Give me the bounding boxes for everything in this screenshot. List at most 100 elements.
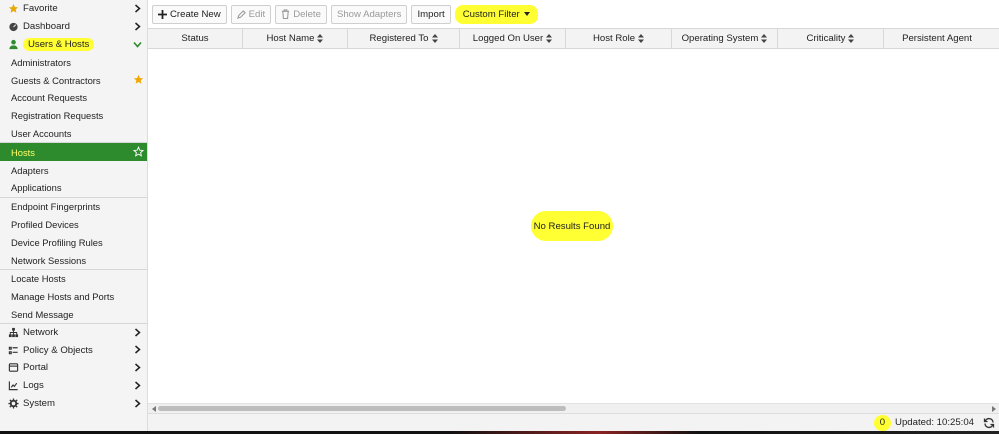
sidebar-item-label: Locate Hosts (11, 273, 66, 285)
sort-icon (848, 34, 855, 43)
edit-label: Edit (248, 8, 266, 20)
sort-icon (761, 34, 768, 43)
refresh-icon[interactable] (982, 416, 995, 429)
chevron-right-icon (132, 380, 142, 391)
column-label: Criticality (806, 33, 846, 44)
sidebar-item-administrators[interactable]: Administrators (0, 53, 147, 71)
sidebar-item-endpoint-fingerprints[interactable]: Endpoint Fingerprints (0, 198, 147, 216)
sidebar-item-label: Account Requests (11, 92, 88, 104)
sidebar-item-favorite[interactable]: Favorite (0, 0, 147, 18)
create-new-button[interactable]: Create New (152, 4, 227, 24)
column-header-host-name[interactable]: Host Name (243, 29, 348, 48)
column-header-operating-system[interactable]: Operating System (672, 29, 778, 48)
pencil-icon (236, 9, 246, 19)
sidebar-item-label: Manage Hosts and Ports (11, 291, 115, 303)
gear-icon (8, 398, 19, 409)
sidebar-item-network[interactable]: Network (0, 323, 147, 341)
sidebar-item-label: Registration Requests (11, 110, 104, 122)
delete-label: Delete (293, 8, 321, 20)
sidebar-item-label: Favorite (23, 3, 58, 15)
custom-filter-label: Custom Filter (462, 8, 520, 20)
column-header-logged-on-user[interactable]: Logged On User (460, 29, 566, 48)
scroll-left-icon[interactable] (150, 405, 158, 413)
sidebar-item-registration-requests[interactable]: Registration Requests (0, 107, 147, 125)
sidebar-item-label: Users & Hosts (23, 37, 95, 51)
sidebar-item-logs[interactable]: Logs (0, 377, 147, 395)
sidebar-item-label: Policy & Objects (23, 344, 93, 356)
portal-icon (8, 362, 19, 373)
sidebar-item-device-profiling-rules[interactable]: Device Profiling Rules (0, 233, 147, 251)
sidebar-item-dashboard[interactable]: Dashboard (0, 18, 147, 36)
plus-icon (158, 9, 167, 19)
sidebar-item-label: Dashboard (23, 21, 70, 33)
column-label: Persistent Agent (902, 33, 972, 44)
sidebar-item-users-hosts[interactable]: Users & Hosts (0, 36, 147, 54)
sidebar-group-tools: Locate Hosts Manage Hosts and Ports Send… (0, 268, 147, 324)
sort-icon (546, 34, 553, 43)
scroll-right-icon[interactable] (989, 405, 997, 413)
create-new-label: Create New (170, 8, 221, 20)
chevron-right-icon (132, 3, 142, 14)
sidebar-group-users: Administrators Guests & Contractors Acco… (0, 53, 147, 142)
status-bar: 0 Updated: 10:25:04 (148, 413, 999, 431)
sidebar-item-label: Network (23, 327, 59, 339)
sidebar-item-system[interactable]: System (0, 395, 147, 413)
sidebar-item-label: Administrators (11, 56, 71, 68)
sidebar-item-adapters[interactable]: Adapters (0, 161, 147, 179)
sidebar-item-label: Applications (11, 182, 62, 194)
custom-filter-dropdown[interactable]: Custom Filter (454, 4, 538, 24)
sidebar-item-account-requests[interactable]: Account Requests (0, 89, 147, 107)
logs-icon (8, 380, 19, 391)
star-icon (8, 3, 19, 14)
table-body: No Results Found (148, 49, 999, 403)
column-label: Operating System (681, 33, 759, 44)
sidebar-group-hosts: Hosts Adapters Applications (0, 142, 147, 196)
chevron-right-icon (132, 362, 142, 373)
column-label: Status (181, 33, 209, 44)
chevron-right-icon (132, 327, 142, 338)
delete-button[interactable]: Delete (275, 4, 327, 24)
show-adapters-label: Show Adapters (336, 8, 402, 20)
sidebar-item-policy-objects[interactable]: Policy & Objects (0, 341, 147, 359)
empty-state-message: No Results Found (531, 211, 613, 241)
scrollbar-thumb[interactable] (158, 406, 566, 411)
sidebar-item-label: Profiled Devices (11, 218, 79, 230)
chevron-right-icon (132, 344, 142, 355)
sidebar-item-manage-hosts-ports[interactable]: Manage Hosts and Ports (0, 288, 147, 306)
sidebar-item-user-accounts[interactable]: User Accounts (0, 125, 147, 143)
sort-icon (431, 34, 438, 43)
policy-icon (8, 345, 19, 356)
sidebar-item-profiled-devices[interactable]: Profiled Devices (0, 216, 147, 234)
empty-message-text: No Results Found (533, 220, 611, 232)
chevron-right-icon (132, 398, 142, 409)
column-header-status[interactable]: Status (148, 29, 243, 48)
sidebar-group-profiling: Endpoint Fingerprints Profiled Devices D… (0, 196, 147, 269)
import-button[interactable]: Import (411, 4, 451, 24)
sidebar-item-portal[interactable]: Portal (0, 359, 147, 377)
network-icon (8, 327, 19, 338)
sidebar-item-label: Portal (23, 362, 49, 374)
show-adapters-button[interactable]: Show Adapters (330, 4, 408, 24)
result-count: 0 (873, 414, 892, 431)
column-header-criticality[interactable]: Criticality (778, 29, 884, 48)
sidebar-item-network-sessions[interactable]: Network Sessions (0, 251, 147, 269)
sidebar-item-label: Send Message (11, 308, 74, 320)
sidebar-item-hosts[interactable]: Hosts (0, 143, 147, 162)
favorite-star-outline-icon[interactable] (132, 146, 145, 158)
favorite-star-icon[interactable] (133, 74, 144, 85)
edit-button[interactable]: Edit (230, 4, 272, 24)
column-header-host-role[interactable]: Host Role (566, 29, 672, 48)
column-label: Host Name (266, 33, 315, 44)
column-header-registered-to[interactable]: Registered To (348, 29, 460, 48)
sidebar-item-locate-hosts[interactable]: Locate Hosts (0, 270, 147, 288)
horizontal-scrollbar[interactable] (148, 403, 999, 413)
chevron-right-icon (132, 21, 142, 32)
updated-timestamp: Updated: 10:25:04 (895, 417, 974, 428)
sidebar-item-send-message[interactable]: Send Message (0, 306, 147, 324)
sidebar-item-guests-contractors[interactable]: Guests & Contractors (0, 71, 147, 89)
sidebar-item-label: Network Sessions (11, 254, 87, 266)
sort-icon (638, 34, 645, 43)
column-header-persistent-agent[interactable]: Persistent Agent (884, 29, 990, 48)
trash-icon (282, 9, 290, 19)
sidebar-item-applications[interactable]: Applications (0, 179, 147, 197)
